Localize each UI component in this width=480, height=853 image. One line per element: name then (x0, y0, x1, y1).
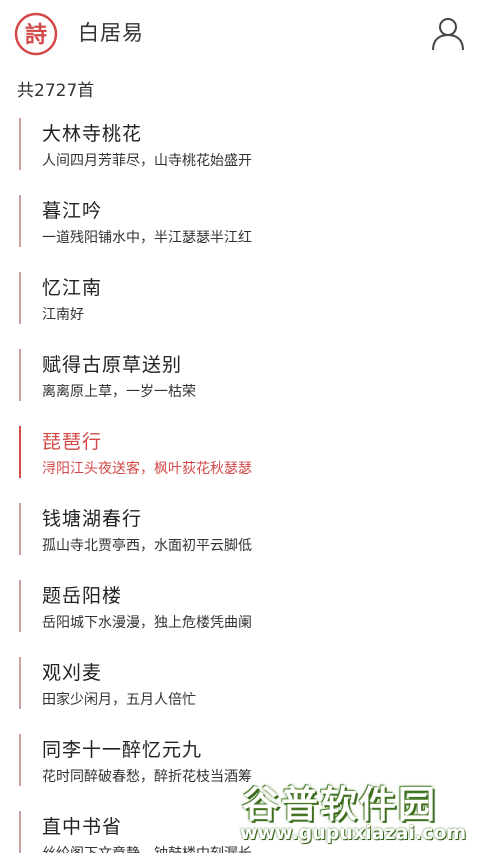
poem-accent-bar (19, 503, 21, 555)
poem-list: 大林寺桃花人间四月芳菲尽，山寺桃花始盛开暮江吟一道残阳铺水中，半江瑟瑟半江红忆江… (0, 116, 480, 853)
watermark: 谷普软件园 www.gupuxiazai.com (236, 770, 480, 853)
poem-count: 共2727首 (17, 81, 95, 101)
poem-first-line: 孤山寺北贾亭西，水面初平云脚低 (42, 538, 252, 554)
poem-title: 题岳阳楼 (42, 585, 123, 607)
poem-title: 暮江吟 (42, 200, 103, 222)
poem-title: 大林寺桃花 (42, 123, 143, 145)
poem-title: 同李十一醉忆元九 (42, 739, 203, 761)
poem-title: 钱塘湖春行 (42, 508, 143, 530)
poem-title: 赋得古原草送别 (42, 354, 183, 376)
poem-list-item[interactable]: 忆江南 江南好 (0, 270, 480, 347)
poem-first-line: 田家少闲月，五月人倍忙 (42, 692, 196, 708)
poem-list-item[interactable]: 大林寺桃花人间四月芳菲尽，山寺桃花始盛开 (0, 116, 480, 193)
poem-accent-bar (19, 349, 21, 401)
poem-list-item[interactable]: 题岳阳楼岳阳城下水漫漫，独上危楼凭曲阑 (0, 578, 480, 655)
poem-list-item[interactable]: 钱塘湖春行孤山寺北贾亭西，水面初平云脚低 (0, 501, 480, 578)
poem-title: 忆江南 (42, 277, 103, 299)
poem-list-item[interactable]: 赋得古原草送别离离原上草，一岁一枯荣 (0, 347, 480, 424)
poem-seal-logo: 詩 (14, 12, 58, 56)
poem-accent-bar (19, 657, 21, 709)
user-profile-button[interactable] (428, 14, 468, 54)
poem-accent-bar (19, 272, 21, 324)
poem-first-line: 离离原上草，一岁一枯荣 (42, 384, 196, 400)
poem-list-item[interactable]: 观刈麦田家少闲月，五月人倍忙 (0, 655, 480, 732)
poem-list-item[interactable]: 暮江吟一道残阳铺水中，半江瑟瑟半江红 (0, 193, 480, 270)
poem-accent-bar (19, 195, 21, 247)
poem-title: 琵琶行 (42, 431, 103, 453)
poem-list-item[interactable]: 琵琶行浔阳江头夜送客，枫叶荻花秋瑟瑟 (0, 424, 480, 501)
poem-first-line: 岳阳城下水漫漫，独上危楼凭曲阑 (42, 615, 252, 631)
poem-first-line: 花时同醉破春愁，醉折花枝当酒筹 (42, 769, 252, 785)
poem-first-line: 浔阳江头夜送客，枫叶荻花秋瑟瑟 (42, 461, 252, 477)
svg-text:詩: 詩 (25, 23, 47, 48)
app-header: 詩 白居易 (0, 0, 480, 66)
poem-first-line: 人间四月芳菲尽，山寺桃花始盛开 (42, 153, 252, 169)
poem-accent-bar (19, 734, 21, 786)
watermark-brand: 谷普软件园 (242, 783, 437, 826)
user-icon (432, 18, 464, 51)
poem-first-line: 一道残阳铺水中，半江瑟瑟半江红 (42, 230, 252, 246)
poem-accent-bar (19, 580, 21, 632)
poem-accent-bar (19, 426, 21, 478)
poem-title: 观刈麦 (42, 662, 103, 684)
poem-accent-bar (19, 811, 21, 853)
poem-first-line: 丝纶阁下文章静，钟鼓楼中刻漏长 (42, 843, 252, 853)
poem-title: 直中书省 (42, 816, 123, 838)
author-name: 白居易 (78, 21, 144, 45)
poem-accent-bar (19, 118, 21, 170)
watermark-url: www.gupuxiazai.com (240, 822, 467, 844)
poem-first-line: 江南好 (42, 307, 84, 323)
